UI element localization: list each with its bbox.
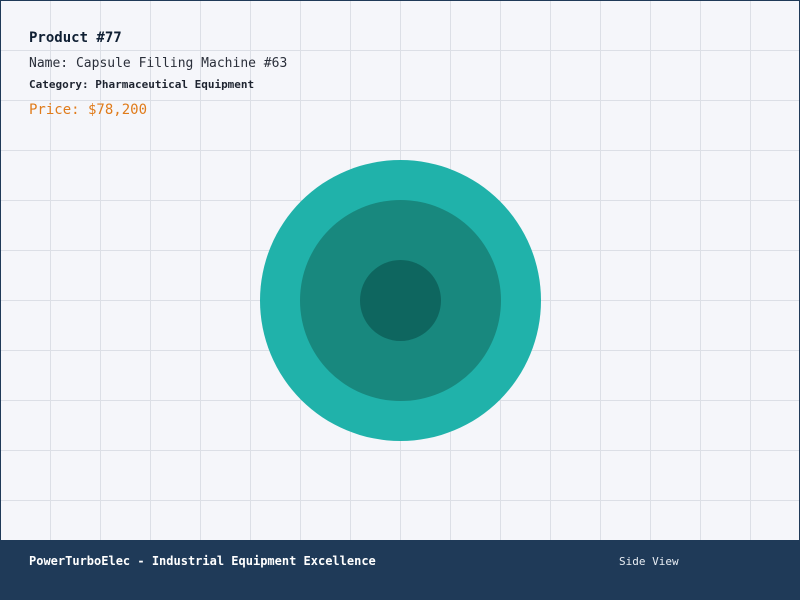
category-value: Pharmaceutical Equipment: [95, 78, 255, 91]
footer-bar: PowerTurboElec - Industrial Equipment Ex…: [0, 540, 800, 600]
product-category: Category: Pharmaceutical Equipment: [29, 77, 287, 93]
category-key: Category:: [29, 78, 89, 91]
product-id: Product #77: [29, 30, 122, 46]
product-info: Product #77 Name: Capsule Filling Machin…: [29, 28, 287, 120]
footer-brand: PowerTurboElec - Industrial Equipment Ex…: [29, 554, 376, 568]
capsule-filling-machine-icon: [260, 160, 541, 441]
product-price: Price: $78,200: [29, 102, 148, 118]
product-name: Name: Capsule Filling Machine #63: [29, 56, 288, 71]
machine-inner-core: [360, 260, 441, 341]
view-label: Side View: [619, 555, 679, 568]
